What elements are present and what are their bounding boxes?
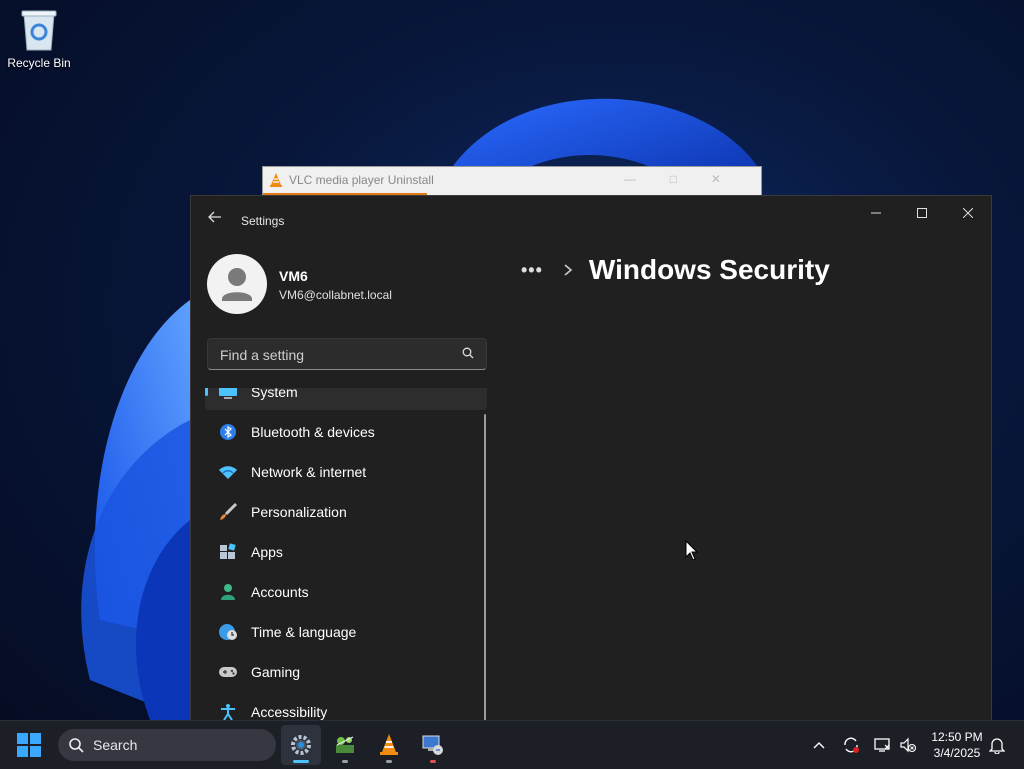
recycle-bin-icon [19,8,59,52]
recycle-bin-shortcut[interactable]: Recycle Bin [4,8,74,70]
nav-label: Gaming [251,664,301,680]
close-icon [963,208,973,218]
nav-item-accounts[interactable]: Accounts [205,574,487,610]
running-indicator [430,760,436,763]
brush-icon [217,501,239,523]
user-name: VM6 [279,268,308,284]
nav-label: Bluetooth & devices [251,424,375,440]
person-icon [217,581,239,603]
tray-network-status[interactable] [870,733,894,757]
nav-label: System [251,388,298,400]
close-button[interactable] [945,196,991,230]
avatar[interactable] [207,254,267,314]
search-input[interactable] [218,339,452,371]
notifications-button[interactable] [985,733,1009,757]
monitor-icon [217,388,239,403]
settings-gear-icon [291,735,311,755]
nav-item-accessibility[interactable]: Accessibility [205,694,487,721]
show-hidden-icons-button[interactable] [807,733,831,757]
network-disconnected-icon [874,738,890,752]
user-email: VM6@collabnet.local [279,288,392,302]
breadcrumb-more-button[interactable]: ••• [521,260,543,281]
bluetooth-icon [217,421,239,443]
chevron-right-icon [564,264,573,276]
maximize-icon [917,208,927,218]
nav-item-network[interactable]: Network & internet [205,454,487,490]
tray-sync-status[interactable] [839,733,863,757]
nav-item-apps[interactable]: Apps [205,534,487,570]
globe-clock-icon [217,621,239,643]
running-indicator [342,760,348,763]
search-icon [69,738,84,753]
page-title: Windows Security [588,254,830,285]
nav-label: Time & language [251,624,357,640]
back-button[interactable] [205,210,225,230]
minimize-button[interactable] [853,196,899,230]
nav-label: Accessibility [251,704,328,720]
nav-scrollbar[interactable] [484,414,486,721]
taskbar-search-label: Search [93,737,138,753]
chevron-up-icon [813,742,825,749]
taskbar: Search 12:50 PM 3/4/2025 [0,720,1024,769]
breadcrumb: ••• Windows Security [521,254,830,286]
bell-icon [989,738,1005,754]
arrow-left-icon [208,211,221,223]
taskbar-app-remote-desktop[interactable] [413,725,453,765]
vlc-cone-icon [380,734,398,755]
nav-item-bluetooth[interactable]: Bluetooth & devices [205,414,487,450]
apps-icon [217,541,239,563]
tray-volume[interactable] [896,733,920,757]
wifi-icon [217,461,239,483]
selection-indicator [205,388,208,396]
remote-desktop-icon [422,735,443,755]
running-indicator [386,760,392,763]
sync-icon [844,737,859,753]
vlc-cone-icon [270,173,282,187]
settings-nav: System Bluetooth & devices Network & int… [205,388,487,721]
vlc-window-controls[interactable]: —□✕ [624,172,755,186]
vlc-window-title: VLC media player Uninstall [289,173,434,187]
taskbar-app-network-tool[interactable] [325,725,365,765]
settings-titlebar[interactable]: Settings [191,196,991,244]
clock-date: 3/4/2025 [933,746,981,760]
nav-label: Apps [251,544,283,560]
network-tool-icon [336,736,354,753]
person-avatar-icon [222,268,252,301]
nav-item-system[interactable]: System [205,388,487,410]
taskbar-app-settings[interactable] [281,725,321,765]
windows-logo-icon [17,733,41,757]
nav-label: Accounts [251,584,309,600]
taskbar-search[interactable]: Search [58,729,276,761]
app-title: Settings [241,214,285,228]
nav-item-personalization[interactable]: Personalization [205,494,487,530]
taskbar-clock[interactable]: 12:50 PM 3/4/2025 [926,729,988,761]
clock-time: 12:50 PM [931,730,983,744]
speaker-muted-icon [900,737,917,753]
mouse-cursor-icon [685,540,699,561]
search-icon [462,347,474,359]
nav-item-gaming[interactable]: Gaming [205,654,487,690]
settings-search[interactable] [207,338,487,371]
accessibility-icon [217,701,239,721]
active-indicator [293,760,309,763]
vlc-uninstall-window[interactable]: VLC media player Uninstall —□✕ [262,166,762,198]
gamepad-icon [217,661,239,683]
nav-item-time-language[interactable]: Time & language [205,614,487,650]
maximize-button[interactable] [899,196,945,230]
recycle-bin-label: Recycle Bin [7,56,71,70]
nav-label: Network & internet [251,464,367,480]
minimize-icon [871,212,881,214]
settings-window[interactable]: Settings VM6 VM6@collabnet.local Find a … [190,195,992,722]
taskbar-app-vlc[interactable] [369,725,409,765]
start-button[interactable] [16,732,42,758]
nav-label: Personalization [251,504,347,520]
